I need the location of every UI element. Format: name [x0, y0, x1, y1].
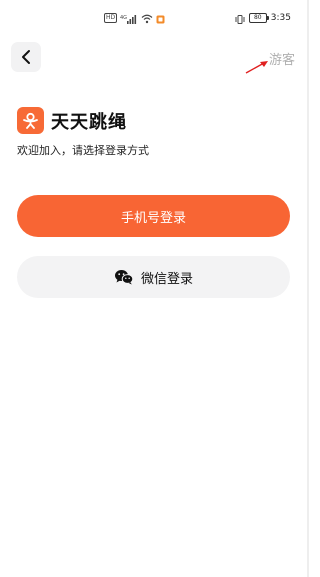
notification-icon [156, 9, 165, 28]
brand-header: 天天跳绳 [17, 107, 127, 134]
wechat-login-button[interactable]: 微信登录 [17, 256, 290, 298]
right-edge-divider [307, 0, 309, 577]
network-badge: HD [104, 13, 118, 23]
app-name: 天天跳绳 [51, 111, 127, 133]
wifi-icon [141, 9, 153, 28]
status-right: 80 3:35 [235, 11, 291, 25]
wechat-icon [114, 269, 134, 285]
status-time: 3:35 [270, 13, 291, 23]
back-button[interactable] [11, 42, 41, 72]
status-indicators: HD 4G [104, 12, 165, 24]
welcome-text: 欢迎加入，请选择登录方式 [17, 144, 149, 157]
phone-login-label: 手机号登录 [120, 210, 186, 226]
signal-icon: 4G [120, 9, 138, 28]
battery-icon: 80 [248, 13, 269, 23]
signal-label: 4G [120, 15, 127, 21]
annotation-arrow-icon [245, 61, 268, 74]
guest-login-link[interactable]: 游客 [269, 49, 295, 68]
status-bar: HD 4G 80 3:35 [0, 0, 309, 36]
vibrate-icon [235, 9, 245, 28]
wechat-login-label: 微信登录 [140, 271, 193, 287]
phone-login-button[interactable]: 手机号登录 [17, 195, 290, 237]
jump-rope-person-icon [23, 112, 38, 129]
app-logo [17, 107, 44, 134]
chevron-left-icon [22, 50, 30, 64]
